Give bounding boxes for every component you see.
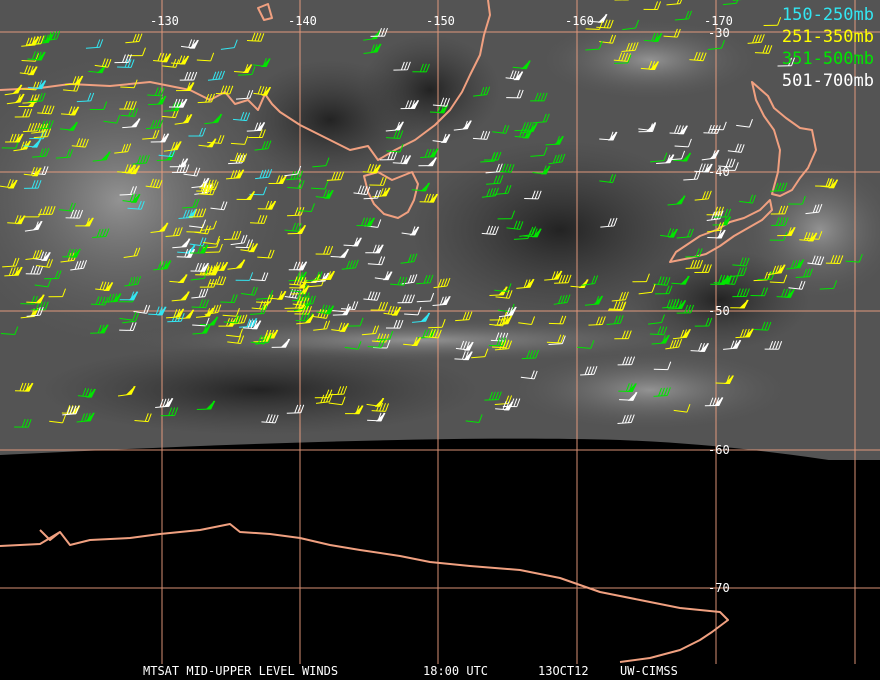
lat-label: -30: [708, 26, 730, 40]
lon-label: -130: [150, 14, 179, 28]
lon-label: -140: [288, 14, 317, 28]
earth-limb: [0, 438, 880, 680]
footer-time: 18:00 UTC: [423, 664, 489, 678]
lon-label: -150: [426, 14, 455, 28]
legend-item-150-250: 150-250mb: [781, 5, 874, 25]
lat-label: -50: [708, 304, 730, 318]
legend-item-351-500: 351-500mb: [781, 49, 874, 69]
lat-label: -60: [708, 443, 730, 457]
footer-caption: MTSAT MID-UPPER LEVEL WINDS 18:00 UTC 13…: [0, 664, 880, 680]
satellite-map: -130 -140 -150 -160 -170 -30 -40 -50 -60…: [0, 0, 880, 680]
footer-credit: UW-CIMSS: [620, 664, 678, 678]
lat-label: -40: [708, 165, 730, 179]
legend-item-501-700: 501-700mb: [781, 71, 874, 91]
footer-date: 13OCT12: [538, 664, 589, 678]
lat-label: -70: [708, 581, 730, 595]
footer-title: MTSAT MID-UPPER LEVEL WINDS: [143, 664, 339, 678]
legend: 150-250mb 251-350mb 351-500mb 501-700mb: [782, 4, 874, 92]
legend-item-251-350: 251-350mb: [781, 27, 874, 47]
